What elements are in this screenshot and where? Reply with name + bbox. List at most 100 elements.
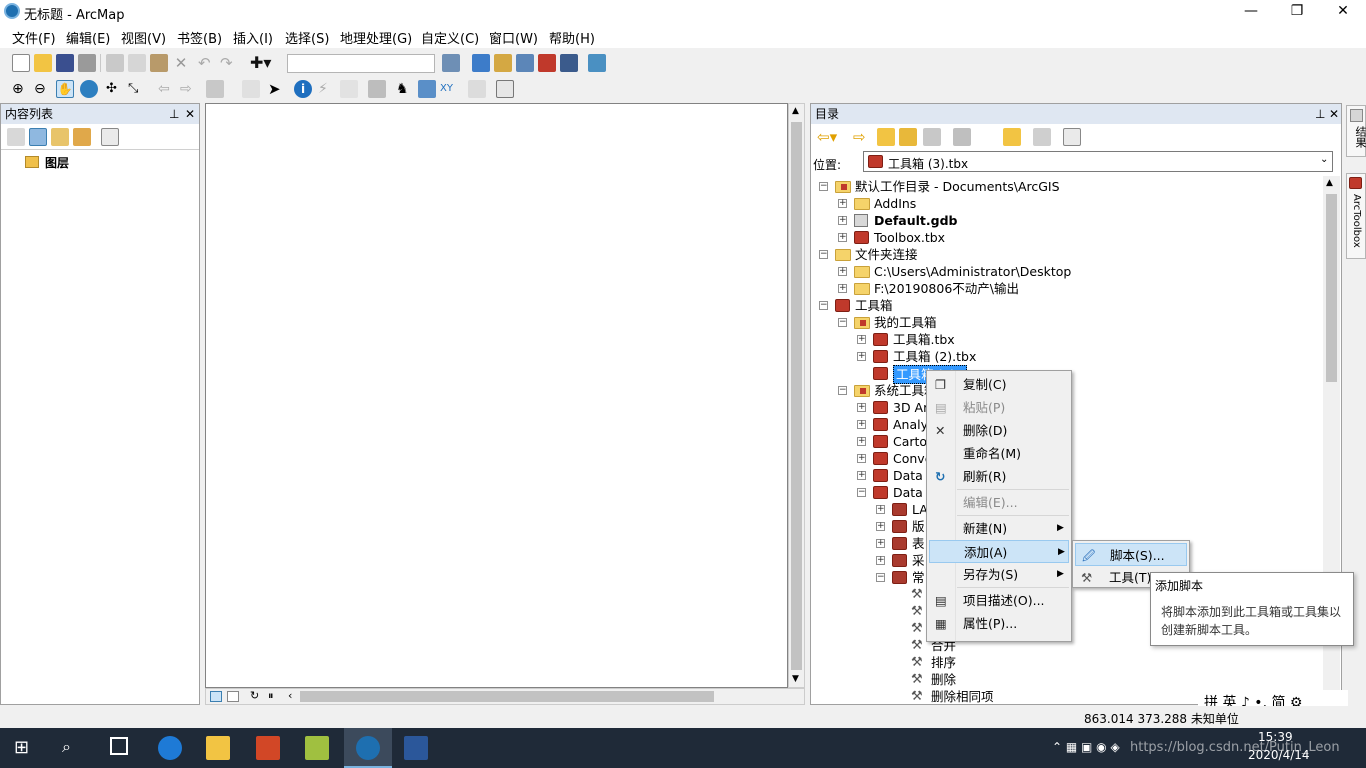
context-menu-item[interactable]: 新建(N) ▶ xyxy=(929,517,1069,540)
tree-item[interactable]: + AddIns xyxy=(811,195,1323,212)
measure-icon[interactable] xyxy=(368,80,386,98)
catalog-options-icon[interactable] xyxy=(1063,128,1081,146)
add-data-icon[interactable]: ✚▾ xyxy=(250,54,271,72)
pan-icon[interactable]: ✋ xyxy=(56,80,74,98)
collapse-icon[interactable]: − xyxy=(819,182,828,191)
html-popup-icon[interactable] xyxy=(340,80,358,98)
menu-help[interactable]: 帮助(H) xyxy=(549,28,595,47)
arctoolbox-icon[interactable] xyxy=(538,54,556,72)
list-by-visibility-icon[interactable] xyxy=(51,128,69,146)
menu-geoprocessing[interactable]: 地理处理(G) xyxy=(340,28,412,47)
context-menu-item[interactable]: ↻ 刷新(R) xyxy=(929,465,1069,488)
editor-toolbar-icon[interactable] xyxy=(442,54,460,72)
clear-selection-icon[interactable] xyxy=(242,80,260,98)
expand-icon[interactable]: + xyxy=(857,454,866,463)
catalog-close-icon[interactable]: ✕ xyxy=(1329,104,1339,124)
expand-icon[interactable]: + xyxy=(876,505,885,514)
expand-icon[interactable]: + xyxy=(857,403,866,412)
select-features-icon[interactable] xyxy=(206,80,224,98)
context-menu-item[interactable]: ▤ 粘贴(P) xyxy=(929,396,1069,419)
context-menu-item[interactable]: 编辑(E)... xyxy=(929,491,1069,514)
map-vertical-scrollbar[interactable]: ▲ ▼ xyxy=(788,103,805,688)
system-tray-icons[interactable]: ⌃ ▦ ▣ ◉ ◈ xyxy=(1052,740,1120,754)
views-icon[interactable] xyxy=(953,128,971,146)
connect-folder-icon[interactable] xyxy=(923,128,941,146)
tree-item[interactable]: + Default.gdb xyxy=(811,212,1323,229)
expand-icon[interactable]: + xyxy=(876,539,885,548)
collapse-icon[interactable]: − xyxy=(838,318,847,327)
layout-view-icon[interactable] xyxy=(227,691,239,702)
list-by-selection-icon[interactable] xyxy=(73,128,91,146)
delete-icon[interactable]: ✕ xyxy=(172,54,190,72)
forward-icon[interactable]: ⇨ xyxy=(853,128,871,146)
pause-drawing-icon[interactable]: ⏸ xyxy=(268,689,274,703)
catalog-pin-icon[interactable]: ⊥ xyxy=(1315,104,1325,124)
tree-item[interactable]: ⚒ 删除 xyxy=(811,671,1323,688)
scroll-up-icon[interactable]: ▲ xyxy=(792,106,799,116)
tree-item[interactable]: + 工具箱.tbx xyxy=(811,331,1323,348)
tree-item[interactable]: − 默认工作目录 - Documents\ArcGIS xyxy=(811,178,1323,195)
create-viewer-window-icon[interactable] xyxy=(496,80,514,98)
tree-item[interactable]: − 工具箱 xyxy=(811,297,1323,314)
save-icon[interactable] xyxy=(56,54,74,72)
model-builder-icon[interactable] xyxy=(588,54,606,72)
app-icon[interactable] xyxy=(305,736,329,760)
tree-item[interactable]: − 我的工具箱 xyxy=(811,314,1323,331)
cut-icon[interactable] xyxy=(106,54,124,72)
expand-icon[interactable]: + xyxy=(857,352,866,361)
windows-start-icon[interactable]: ⊞ xyxy=(14,739,32,757)
find-icon[interactable]: ♞ xyxy=(396,80,414,98)
results-side-tab[interactable]: 结果 xyxy=(1346,105,1366,157)
menu-insert[interactable]: 插入(I) xyxy=(233,28,273,47)
context-menu-item[interactable]: ▦ 属性(P)... xyxy=(929,612,1069,635)
expand-icon[interactable]: + xyxy=(838,284,847,293)
catalog-scroll-up-icon[interactable]: ▲ xyxy=(1326,178,1333,188)
full-extent-icon[interactable] xyxy=(80,80,98,98)
context-menu-item[interactable]: ❐ 复制(C) xyxy=(929,373,1069,396)
collapse-icon[interactable]: − xyxy=(819,301,828,310)
context-menu-item[interactable]: 另存为(S) ▶ xyxy=(929,563,1069,586)
tree-item[interactable]: ⚒ 排序 xyxy=(811,654,1323,671)
toc-close-icon[interactable]: ✕ xyxy=(185,104,195,124)
print-icon[interactable] xyxy=(78,54,96,72)
find-route-icon[interactable] xyxy=(418,80,436,98)
toggle-contents-icon[interactable] xyxy=(1033,128,1051,146)
scroll-left-icon[interactable]: ‹ xyxy=(288,689,292,702)
catalog-scroll-thumb[interactable] xyxy=(1326,194,1337,382)
expand-icon[interactable]: + xyxy=(838,267,847,276)
new-document-icon[interactable] xyxy=(12,54,30,72)
up-one-level-icon[interactable] xyxy=(877,128,895,146)
scroll-thumb[interactable] xyxy=(791,122,802,670)
refresh-view-icon[interactable]: ↻ xyxy=(250,689,259,702)
redo-icon[interactable]: ↷ xyxy=(220,54,238,72)
menu-windows[interactable]: 窗口(W) xyxy=(489,28,538,47)
expand-icon[interactable]: + xyxy=(857,420,866,429)
tree-item[interactable]: + Toolbox.tbx xyxy=(811,229,1323,246)
expand-icon[interactable]: + xyxy=(876,522,885,531)
zoom-in-icon[interactable]: ⊕ xyxy=(12,80,30,98)
context-menu-item[interactable]: 添加(A) ▶ xyxy=(929,540,1069,563)
powerpoint-icon[interactable] xyxy=(256,736,280,760)
word-icon[interactable] xyxy=(404,736,428,760)
scroll-down-icon[interactable]: ▼ xyxy=(792,674,799,684)
menu-edit[interactable]: 编辑(E) xyxy=(66,28,110,47)
expand-icon[interactable]: + xyxy=(857,437,866,446)
fixed-zoom-in-icon[interactable]: ✣ xyxy=(106,80,124,98)
select-elements-icon[interactable]: ➤ xyxy=(268,80,286,98)
context-menu-item[interactable]: 重命名(M) xyxy=(929,442,1069,465)
location-combobox[interactable]: 工具箱 (3).tbx ⌄ xyxy=(863,151,1333,172)
menu-selection[interactable]: 选择(S) xyxy=(285,28,329,47)
arctoolbox-side-tab[interactable]: ArcToolbox xyxy=(1346,173,1366,259)
file-explorer-icon[interactable] xyxy=(206,736,230,760)
collapse-icon[interactable]: − xyxy=(819,250,828,259)
scale-dropdown[interactable] xyxy=(287,54,435,73)
task-view-icon[interactable] xyxy=(110,737,128,755)
open-folder-icon[interactable] xyxy=(34,54,52,72)
pin-icon[interactable]: ⊥ xyxy=(169,104,179,124)
horizontal-scroll-thumb[interactable] xyxy=(300,691,714,702)
new-folder-icon[interactable] xyxy=(1003,128,1021,146)
table-of-contents-icon[interactable] xyxy=(472,54,490,72)
time-slider-icon[interactable] xyxy=(468,80,486,98)
context-menu-item[interactable]: ✕ 删除(D) xyxy=(929,419,1069,442)
expand-icon[interactable]: + xyxy=(857,471,866,480)
